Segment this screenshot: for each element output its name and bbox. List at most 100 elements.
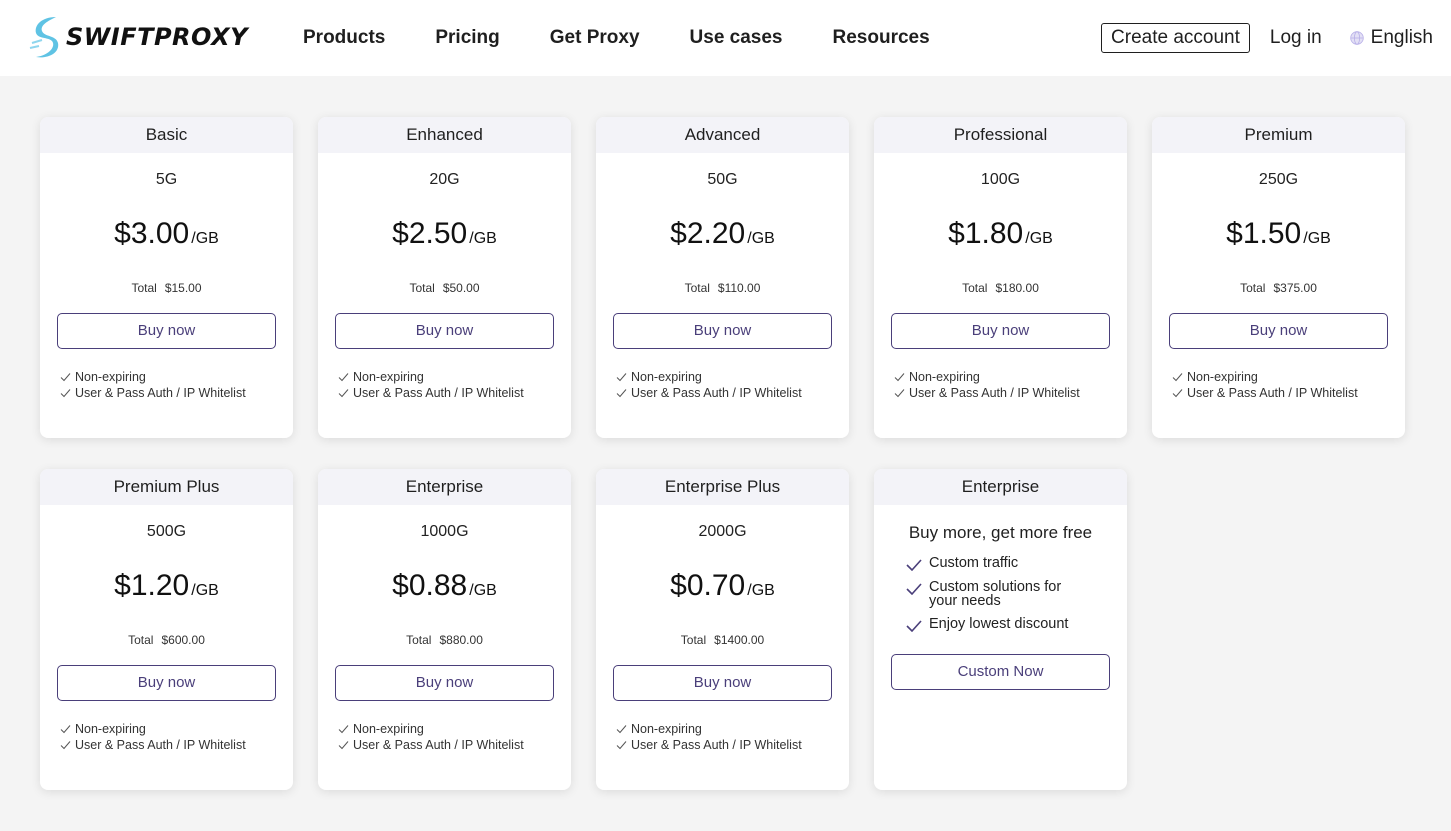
check-icon (338, 741, 349, 750)
total-value: $375.00 (1273, 281, 1317, 295)
price-unit: /GB (747, 582, 775, 599)
plan-card-basic: Basic 5G $3.00/GB Total $15.00 Buy now No… (40, 117, 293, 438)
plan-total: Total $375.00 (1152, 281, 1405, 295)
feature-text: User & Pass Auth / IP Whitelist (631, 386, 802, 400)
total-value: $180.00 (995, 281, 1039, 295)
feature-text: User & Pass Auth / IP Whitelist (75, 738, 246, 752)
nav-get-proxy[interactable]: Get Proxy (550, 27, 640, 49)
nav-resources[interactable]: Resources (833, 27, 930, 49)
plan-size: 2000G (698, 523, 747, 540)
plan-card-enterprise-plus: Enterprise Plus 2000G $0.70/GB Total $140… (596, 469, 849, 790)
custom-now-button[interactable]: Custom Now (891, 654, 1110, 690)
custom-enterprise-card: Enterprise Buy more, get more free Custo… (874, 469, 1127, 790)
plan-size: 5G (155, 171, 178, 188)
header-actions: Create account Log in English (1101, 0, 1433, 76)
create-account-button[interactable]: Create account (1101, 23, 1250, 53)
nav-products[interactable]: Products (303, 27, 385, 49)
plan-total: Total $880.00 (318, 633, 571, 647)
plan-name: Premium (1152, 117, 1405, 153)
plan-card-professional: Professional 100G $1.80/GB Total $180.00 … (874, 117, 1127, 438)
feature-item: User & Pass Auth / IP Whitelist (894, 385, 1127, 401)
custom-feature-item: Enjoy lowest discount (906, 617, 1127, 632)
check-icon (338, 725, 349, 734)
buy-now-button[interactable]: Buy now (1169, 313, 1388, 349)
custom-feature-text: Custom traffic (929, 555, 1019, 571)
plan-total: Total $1400.00 (596, 633, 849, 647)
feature-item: User & Pass Auth / IP Whitelist (60, 385, 293, 401)
check-icon (60, 725, 71, 734)
price-amount: $2.50 (392, 217, 468, 250)
feature-item: Non-expiring (894, 369, 1127, 385)
feature-list: Non-expiring User & Pass Auth / IP White… (616, 369, 849, 401)
total-label: Total (128, 633, 154, 647)
price-unit: /GB (191, 230, 219, 247)
buy-now-button[interactable]: Buy now (335, 313, 554, 349)
total-value: $110.00 (717, 281, 761, 295)
price-unit: /GB (191, 582, 219, 599)
logo[interactable]: SWIFTPROXY (28, 12, 248, 62)
feature-list: Non-expiring User & Pass Auth / IP White… (338, 721, 571, 753)
globe-icon (1349, 31, 1364, 45)
buy-now-button[interactable]: Buy now (613, 313, 832, 349)
buy-now-button[interactable]: Buy now (613, 665, 832, 701)
total-label: Total (684, 281, 710, 295)
buy-now-button[interactable]: Buy now (891, 313, 1110, 349)
nav-pricing[interactable]: Pricing (435, 27, 499, 49)
feature-list: Non-expiring User & Pass Auth / IP White… (60, 369, 293, 401)
check-icon (60, 741, 71, 750)
plan-card-premium: Premium 250G $1.50/GB Total $375.00 Buy n… (1152, 117, 1405, 438)
price-unit: /GB (1025, 230, 1053, 247)
price-amount: $0.70 (670, 569, 746, 602)
check-icon (616, 725, 627, 734)
total-label: Total (409, 281, 435, 295)
plan-size: 500G (146, 523, 187, 540)
feature-list: Non-expiring User & Pass Auth / IP White… (338, 369, 571, 401)
buy-now-button[interactable]: Buy now (57, 665, 276, 701)
feature-item: Non-expiring (1172, 369, 1405, 385)
language-selector[interactable]: English (1349, 27, 1433, 49)
feature-item: Non-expiring (338, 369, 571, 385)
total-value: $50.00 (442, 281, 480, 295)
price-amount: $1.50 (1226, 217, 1302, 250)
price-amount: $0.88 (392, 569, 468, 602)
plan-name: Enhanced (318, 117, 571, 153)
total-label: Total (680, 633, 707, 647)
buy-now-button[interactable]: Buy now (57, 313, 276, 349)
check-icon (894, 373, 905, 382)
feature-text: Non-expiring (75, 722, 146, 736)
buy-now-button[interactable]: Buy now (335, 665, 554, 701)
plan-name: Enterprise (874, 469, 1127, 505)
feature-item: User & Pass Auth / IP Whitelist (1172, 385, 1405, 401)
nav-use-cases[interactable]: Use cases (690, 27, 783, 49)
feature-item: Non-expiring (338, 721, 571, 737)
plan-card-advanced: Advanced 50G $2.20/GB Total $110.00 Buy n… (596, 117, 849, 438)
check-icon (616, 741, 627, 750)
check-icon (338, 389, 349, 398)
feature-text: User & Pass Auth / IP Whitelist (75, 386, 246, 400)
plan-size: 20G (429, 171, 460, 188)
check-icon (616, 373, 627, 382)
check-icon (894, 389, 905, 398)
custom-feature-text: Enjoy lowest discount (929, 616, 1069, 632)
feature-text: Non-expiring (353, 370, 424, 384)
login-link[interactable]: Log in (1270, 27, 1322, 49)
total-label: Total (962, 281, 988, 295)
feature-text: User & Pass Auth / IP Whitelist (631, 738, 802, 752)
feature-item: User & Pass Auth / IP Whitelist (338, 737, 571, 753)
feature-text: Non-expiring (909, 370, 980, 384)
total-value: $880.00 (439, 633, 483, 647)
total-label: Total (406, 633, 432, 647)
plan-name: Enterprise (318, 469, 571, 505)
check-icon (906, 620, 922, 632)
plan-price: $2.50/GB (318, 217, 571, 251)
feature-text: User & Pass Auth / IP Whitelist (909, 386, 1080, 400)
custom-feature-item: Custom solutions for your needs (906, 580, 1127, 608)
total-value: $1400.00 (714, 633, 765, 647)
feature-text: Non-expiring (631, 370, 702, 384)
plan-total: Total $50.00 (318, 281, 571, 295)
feature-item: User & Pass Auth / IP Whitelist (616, 737, 849, 753)
top-header: SWIFTPROXY Products Pricing Get Proxy Us… (0, 0, 1451, 76)
feature-item: User & Pass Auth / IP Whitelist (60, 737, 293, 753)
plan-name: Advanced (596, 117, 849, 153)
feature-text: Non-expiring (75, 370, 146, 384)
